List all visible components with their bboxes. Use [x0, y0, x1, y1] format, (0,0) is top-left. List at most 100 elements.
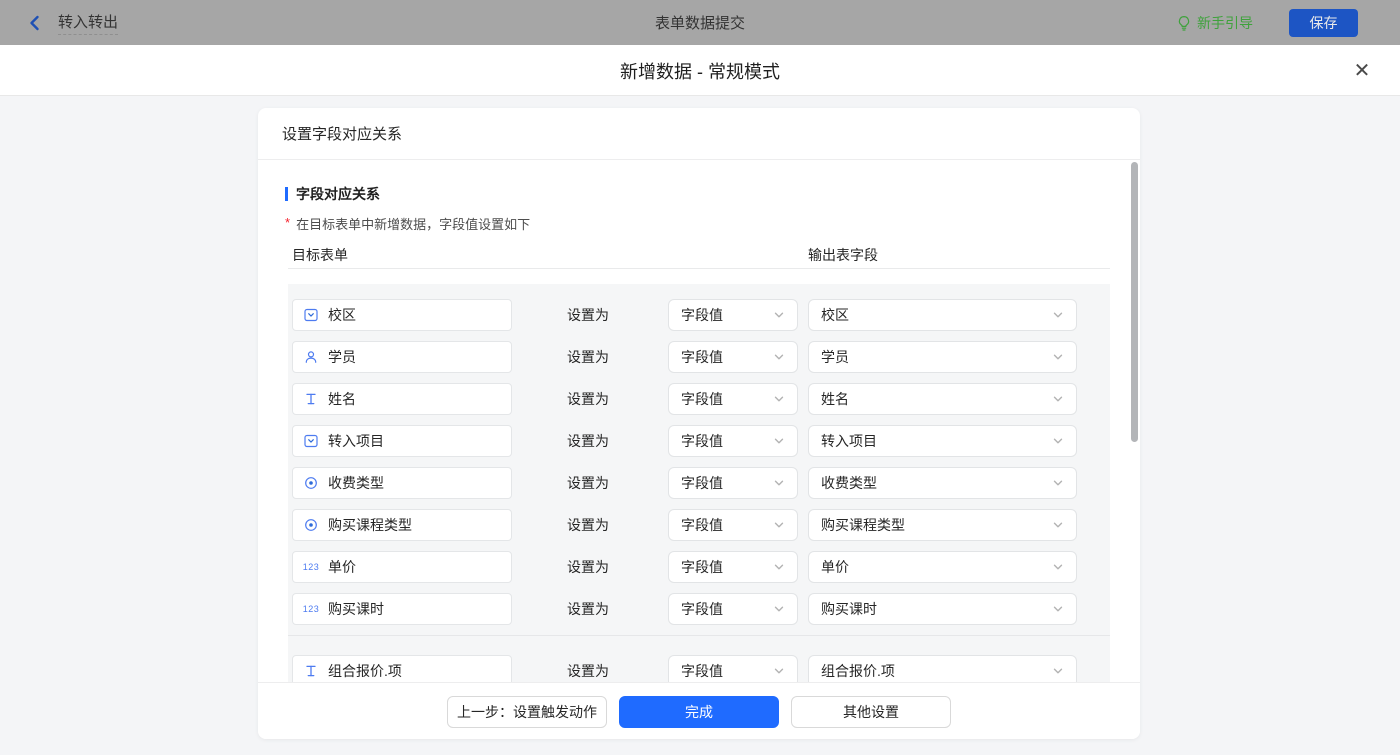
- field-mapping-row: 123单价设置为字段值单价: [288, 551, 1110, 583]
- output-field-dropdown[interactable]: 学员: [808, 341, 1077, 373]
- target-field-name: 姓名: [328, 389, 356, 409]
- field-mapping-row: 学员设置为字段值学员: [288, 341, 1110, 373]
- set-as-label: 设置为: [567, 383, 609, 415]
- scrollbar-thumb[interactable]: [1131, 162, 1138, 442]
- required-note: * 在目标表单中新增数据，字段值设置如下: [285, 214, 530, 233]
- value-type-dropdown[interactable]: 字段值: [668, 299, 798, 331]
- other-settings-button[interactable]: 其他设置: [791, 696, 951, 728]
- chevron-down-icon: [773, 665, 785, 677]
- set-as-label: 设置为: [567, 509, 609, 541]
- field-mapping-row: 收费类型设置为字段值收费类型: [288, 467, 1110, 499]
- target-field-box: 转入项目: [292, 425, 512, 457]
- column-header-output-field: 输出表字段: [808, 245, 878, 265]
- value-type-selected: 字段值: [681, 347, 723, 367]
- target-field-name: 单价: [328, 557, 356, 577]
- chevron-down-icon: [1052, 519, 1064, 531]
- target-field-name: 收费类型: [328, 473, 384, 493]
- member-field-icon: [303, 350, 319, 364]
- close-icon[interactable]: ✕: [1350, 58, 1374, 82]
- field-mapping-row: 转入项目 设置为 字段值 转入项目: [288, 425, 1110, 457]
- target-field-name: 转入项目: [328, 431, 384, 451]
- modal-titlebar: 新增数据 - 常规模式 ✕: [0, 45, 1400, 96]
- chevron-down-icon: [1052, 351, 1064, 363]
- value-type-dropdown[interactable]: 字段值: [668, 593, 798, 625]
- value-type-selected: 字段值: [681, 515, 723, 535]
- output-field-selected: 姓名: [821, 389, 849, 409]
- value-type-dropdown[interactable]: 字段值: [668, 383, 798, 415]
- card-body: 字段对应关系 * 在目标表单中新增数据，字段值设置如下 目标表单 输出表字段 校…: [258, 160, 1140, 682]
- chevron-down-icon: [1052, 435, 1064, 447]
- set-as-label: 设置为: [567, 341, 609, 373]
- radio-field-icon: [303, 476, 319, 490]
- section-title: 字段对应关系: [285, 184, 380, 204]
- output-field-dropdown[interactable]: 购买课程类型: [808, 509, 1077, 541]
- previous-step-button[interactable]: 上一步：设置触发动作: [447, 696, 607, 728]
- target-field-name: 购买课时: [328, 599, 384, 619]
- column-header-target-form: 目标表单: [292, 245, 348, 265]
- back-chevron-icon: [26, 14, 44, 32]
- select-field-icon: [303, 434, 319, 448]
- set-as-label: 设置为: [567, 299, 609, 331]
- target-field-box: 校区: [292, 299, 512, 331]
- set-as-label: 设置为: [567, 551, 609, 583]
- chevron-down-icon: [773, 351, 785, 363]
- output-field-dropdown[interactable]: 购买课时: [808, 593, 1077, 625]
- value-type-dropdown[interactable]: 字段值: [668, 655, 798, 682]
- modal-title: 新增数据 - 常规模式: [0, 45, 1400, 96]
- back-button[interactable]: 转入转出: [26, 0, 118, 45]
- value-type-dropdown[interactable]: 字段值: [668, 551, 798, 583]
- output-field-selected: 组合报价.项: [821, 661, 895, 681]
- set-as-label: 设置为: [567, 425, 609, 457]
- field-mapping-row: 组合报价.项 设置为 字段值 组合报价.项: [288, 655, 1110, 682]
- card-header-title: 设置字段对应关系: [258, 108, 1140, 160]
- value-type-selected: 字段值: [681, 473, 723, 493]
- output-field-dropdown[interactable]: 组合报价.项: [808, 655, 1077, 682]
- chevron-down-icon: [1052, 393, 1064, 405]
- chevron-down-icon: [1052, 561, 1064, 573]
- value-type-dropdown[interactable]: 字段值: [668, 425, 798, 457]
- target-field-box: 姓名: [292, 383, 512, 415]
- section-accent-bar: [285, 187, 288, 201]
- value-type-selected: 字段值: [681, 599, 723, 619]
- card-footer: 上一步：设置触发动作 完成 其他设置: [258, 682, 1140, 739]
- chevron-down-icon: [773, 561, 785, 573]
- value-type-selected: 字段值: [681, 557, 723, 577]
- target-field-name: 购买课程类型: [328, 515, 412, 535]
- value-type-dropdown[interactable]: 字段值: [668, 467, 798, 499]
- field-mapping-row: 校区设置为字段值校区: [288, 299, 1110, 331]
- output-field-selected: 购买课时: [821, 599, 877, 619]
- back-label: 转入转出: [58, 11, 118, 35]
- target-field-box: 组合报价.项: [292, 655, 512, 682]
- chevron-down-icon: [773, 309, 785, 321]
- output-field-selected: 学员: [821, 347, 849, 367]
- chevron-down-icon: [773, 519, 785, 531]
- field-mapping-row: 123购买课时设置为字段值购买课时: [288, 593, 1110, 625]
- text-field-icon: [303, 392, 319, 406]
- topbar: 转入转出 表单数据提交 新手引导 保存: [0, 0, 1400, 45]
- chevron-down-icon: [773, 603, 785, 615]
- output-field-dropdown[interactable]: 转入项目: [808, 425, 1077, 457]
- output-field-selected: 购买课程类型: [821, 515, 905, 535]
- value-type-selected: 字段值: [681, 389, 723, 409]
- output-field-dropdown[interactable]: 单价: [808, 551, 1077, 583]
- guide-button[interactable]: 新手引导: [1176, 0, 1253, 45]
- set-as-label: 设置为: [567, 655, 609, 682]
- output-field-selected: 转入项目: [821, 431, 877, 451]
- value-type-dropdown[interactable]: 字段值: [668, 509, 798, 541]
- save-button[interactable]: 保存: [1289, 9, 1358, 37]
- value-type-dropdown[interactable]: 字段值: [668, 341, 798, 373]
- lightbulb-icon: [1176, 15, 1192, 31]
- text-field-icon: [303, 664, 319, 678]
- output-field-dropdown[interactable]: 姓名: [808, 383, 1077, 415]
- target-field-name: 组合报价.项: [328, 661, 402, 681]
- value-type-selected: 字段值: [681, 431, 723, 451]
- output-field-dropdown[interactable]: 收费类型: [808, 467, 1077, 499]
- field-mapping-card: 设置字段对应关系 字段对应关系 * 在目标表单中新增数据，字段值设置如下 目标表…: [258, 108, 1140, 739]
- output-field-dropdown[interactable]: 校区: [808, 299, 1077, 331]
- chevron-down-icon: [1052, 309, 1064, 321]
- field-mapping-list: 校区设置为字段值校区学员设置为字段值学员姓名设置为字段值姓名转入项目设置为字段值…: [288, 284, 1110, 682]
- chevron-down-icon: [1052, 665, 1064, 677]
- target-field-box: 123购买课时: [292, 593, 512, 625]
- done-button[interactable]: 完成: [619, 696, 779, 728]
- value-type-selected: 字段值: [681, 661, 723, 681]
